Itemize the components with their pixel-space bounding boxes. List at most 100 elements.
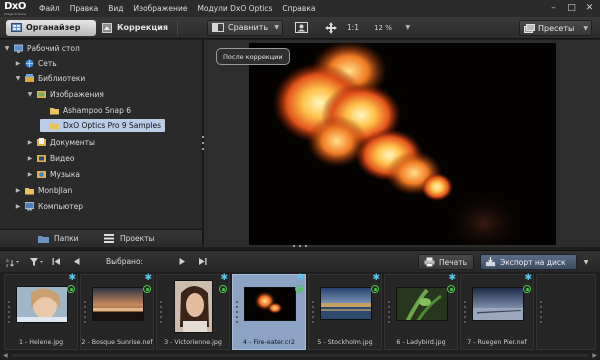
thumbnail-stockholm[interactable]: ✱ 5 - Stockholm.jpg — [308, 274, 382, 350]
minimize-icon[interactable]: – — [549, 0, 558, 17]
collapsed-arrow-icon[interactable]: ▶ — [27, 139, 33, 146]
tree-item-dxo-samples[interactable]: DxO Optics Pro 9 Samples — [40, 119, 166, 132]
thumb-dots — [160, 301, 162, 323]
scroll-right-icon[interactable]: ▶ — [592, 352, 597, 359]
filmstrip-scrollbar[interactable]: ◀ ▶ — [0, 350, 600, 360]
next-image-button[interactable] — [179, 257, 186, 266]
pictures-icon — [37, 91, 46, 98]
toolbar-separator — [177, 19, 178, 36]
menu-image[interactable]: Изображение — [129, 0, 193, 17]
menu-file[interactable]: Файл — [34, 0, 65, 17]
star-icon[interactable]: ✱ — [524, 274, 532, 283]
collapsed-arrow-icon[interactable]: ▶ — [15, 187, 21, 194]
tree-item-libraries[interactable]: ▼ Библиотеки — [15, 72, 85, 85]
tree-item-ashampoo[interactable]: Ashampoo Snap 6 — [40, 104, 131, 117]
collapsed-arrow-icon[interactable]: ▶ — [27, 155, 33, 162]
thumb-dots — [388, 301, 390, 323]
star-icon[interactable]: ✱ — [144, 274, 152, 283]
expanded-arrow-icon[interactable]: ▼ — [15, 75, 21, 82]
thumbnail-caption: 1 - Helene.jpg — [18, 339, 64, 346]
music-icon — [37, 171, 46, 178]
thumb-image — [396, 287, 448, 321]
thumb-image — [16, 286, 68, 323]
filmstrip: ✱ 1 - Helene.jpg ✱ 2 - Bosque Sunrise.ne… — [0, 272, 600, 360]
tab-correction[interactable]: Коррекция — [96, 20, 174, 36]
move-tool-button[interactable] — [324, 20, 338, 36]
main-photo-fire-eater[interactable] — [249, 43, 556, 245]
export-to-disk-button[interactable]: Экспорт на диск — [480, 254, 577, 270]
tab-folders-label: Папки — [54, 234, 79, 243]
tab-folders[interactable]: Папки — [38, 233, 92, 245]
thumbnail-victorienne[interactable]: ✱ 3 - Victorienne.jpg — [156, 274, 230, 350]
tab-projects[interactable]: Проекты — [104, 233, 166, 245]
first-image-button[interactable] — [52, 257, 61, 266]
collapsed-arrow-icon[interactable]: ▶ — [15, 203, 21, 210]
collapsed-arrow-icon[interactable]: ▶ — [27, 171, 33, 178]
thumbnail-ruegen-pier[interactable]: ✱ 7 - Ruegen Pier.nef — [460, 274, 534, 350]
window-controls: – □ ✕ — [549, 0, 598, 17]
print-button[interactable]: Печать — [418, 254, 474, 270]
organizer-icon — [11, 23, 22, 32]
thumbnail-bosque-sunrise[interactable]: ✱ 2 - Bosque Sunrise.nef — [80, 274, 154, 350]
tree-item-desktop[interactable]: ▼ Рабочий стол — [4, 42, 80, 55]
maximize-icon[interactable]: □ — [567, 0, 576, 17]
star-icon[interactable]: ✱ — [220, 274, 228, 283]
compare-button[interactable]: Сравнить ▼ — [207, 19, 283, 36]
star-icon[interactable]: ✱ — [68, 274, 76, 283]
chevron-down-icon: ▼ — [405, 24, 411, 31]
menu-view[interactable]: Вид — [103, 0, 128, 17]
status-ok-icon — [67, 285, 75, 293]
desktop-icon — [14, 44, 23, 53]
menu-help[interactable]: Справка — [277, 0, 320, 17]
menu-edit[interactable]: Правка — [65, 0, 104, 17]
image-viewer[interactable]: После коррекции — [204, 40, 600, 247]
filter-button[interactable] — [30, 257, 44, 267]
tree-item-user-folder[interactable]: ▶ MonbJlan — [15, 184, 73, 197]
tree-item-video[interactable]: ▶ Видео — [27, 152, 75, 165]
zoom-level-select[interactable]: 12 % ▼ — [371, 21, 413, 35]
tree-label: Библиотеки — [38, 74, 86, 83]
main-toolbar: Органайзер Коррекция Сравнить ▼ 1:1 12 %… — [0, 17, 600, 39]
thumbnail-fire-eater[interactable]: ✱ 4 - Fire-eater.cr2 — [232, 274, 306, 350]
collapsed-arrow-icon[interactable]: ▶ — [15, 60, 21, 67]
last-image-button[interactable] — [198, 257, 207, 266]
thumbnail-helene[interactable]: ✱ 1 - Helene.jpg — [4, 274, 78, 350]
tree-item-network[interactable]: ▶ Сеть — [15, 57, 57, 70]
star-icon[interactable]: ✱ — [296, 274, 304, 283]
thumb-dots — [540, 301, 542, 323]
expanded-arrow-icon[interactable]: ▼ — [27, 91, 33, 98]
thumbnail-ladybird[interactable]: ✱ 6 - Ladybird.jpg — [384, 274, 458, 350]
presets-icon — [524, 23, 535, 33]
thumbnail-caption: 5 - Stockholm.jpg — [317, 339, 373, 346]
tab-organizer[interactable]: Органайзер — [6, 19, 96, 36]
status-ok-icon — [371, 285, 379, 293]
sort-icon: a z — [6, 259, 19, 267]
tree-item-pictures[interactable]: ▼ Изображения — [27, 88, 104, 101]
sort-button[interactable]: a z — [6, 257, 20, 267]
menu-optics-modules[interactable]: Модули DxO Optics — [192, 0, 277, 17]
tree-label: Сеть — [38, 59, 57, 68]
tree-label: Компьютер — [38, 202, 83, 211]
panel-splitter-handle[interactable] — [201, 136, 205, 150]
tree-item-music[interactable]: ▶ Музыка — [27, 168, 80, 181]
filter-icon — [30, 257, 43, 266]
thumb-image — [472, 287, 524, 321]
export-options-chevron-down-icon[interactable]: ▼ — [579, 254, 593, 270]
after-correction-label: После коррекции — [216, 48, 290, 65]
presets-button[interactable]: Пресеты ▼ — [519, 20, 592, 36]
overlay-button[interactable] — [293, 20, 309, 36]
status-ok-icon — [219, 285, 227, 293]
expanded-arrow-icon[interactable]: ▼ — [4, 45, 10, 52]
thumbnail-partial[interactable] — [536, 274, 596, 350]
scrollbar-track[interactable] — [12, 354, 588, 357]
tree-item-documents[interactable]: ▶ Документы — [27, 136, 95, 149]
tree-label: DxO Optics Pro 9 Samples — [63, 121, 162, 130]
tree-item-computer[interactable]: ▶ Компьютер — [15, 200, 83, 213]
zoom-1to1-button[interactable]: 1:1 — [347, 23, 359, 32]
close-icon[interactable]: ✕ — [585, 0, 594, 17]
star-icon[interactable]: ✱ — [448, 274, 456, 283]
prev-image-button[interactable] — [73, 257, 80, 266]
star-icon[interactable]: ✱ — [372, 274, 380, 283]
scroll-left-icon[interactable]: ◀ — [3, 352, 8, 359]
filmstrip-splitter-handle[interactable] — [293, 245, 307, 248]
